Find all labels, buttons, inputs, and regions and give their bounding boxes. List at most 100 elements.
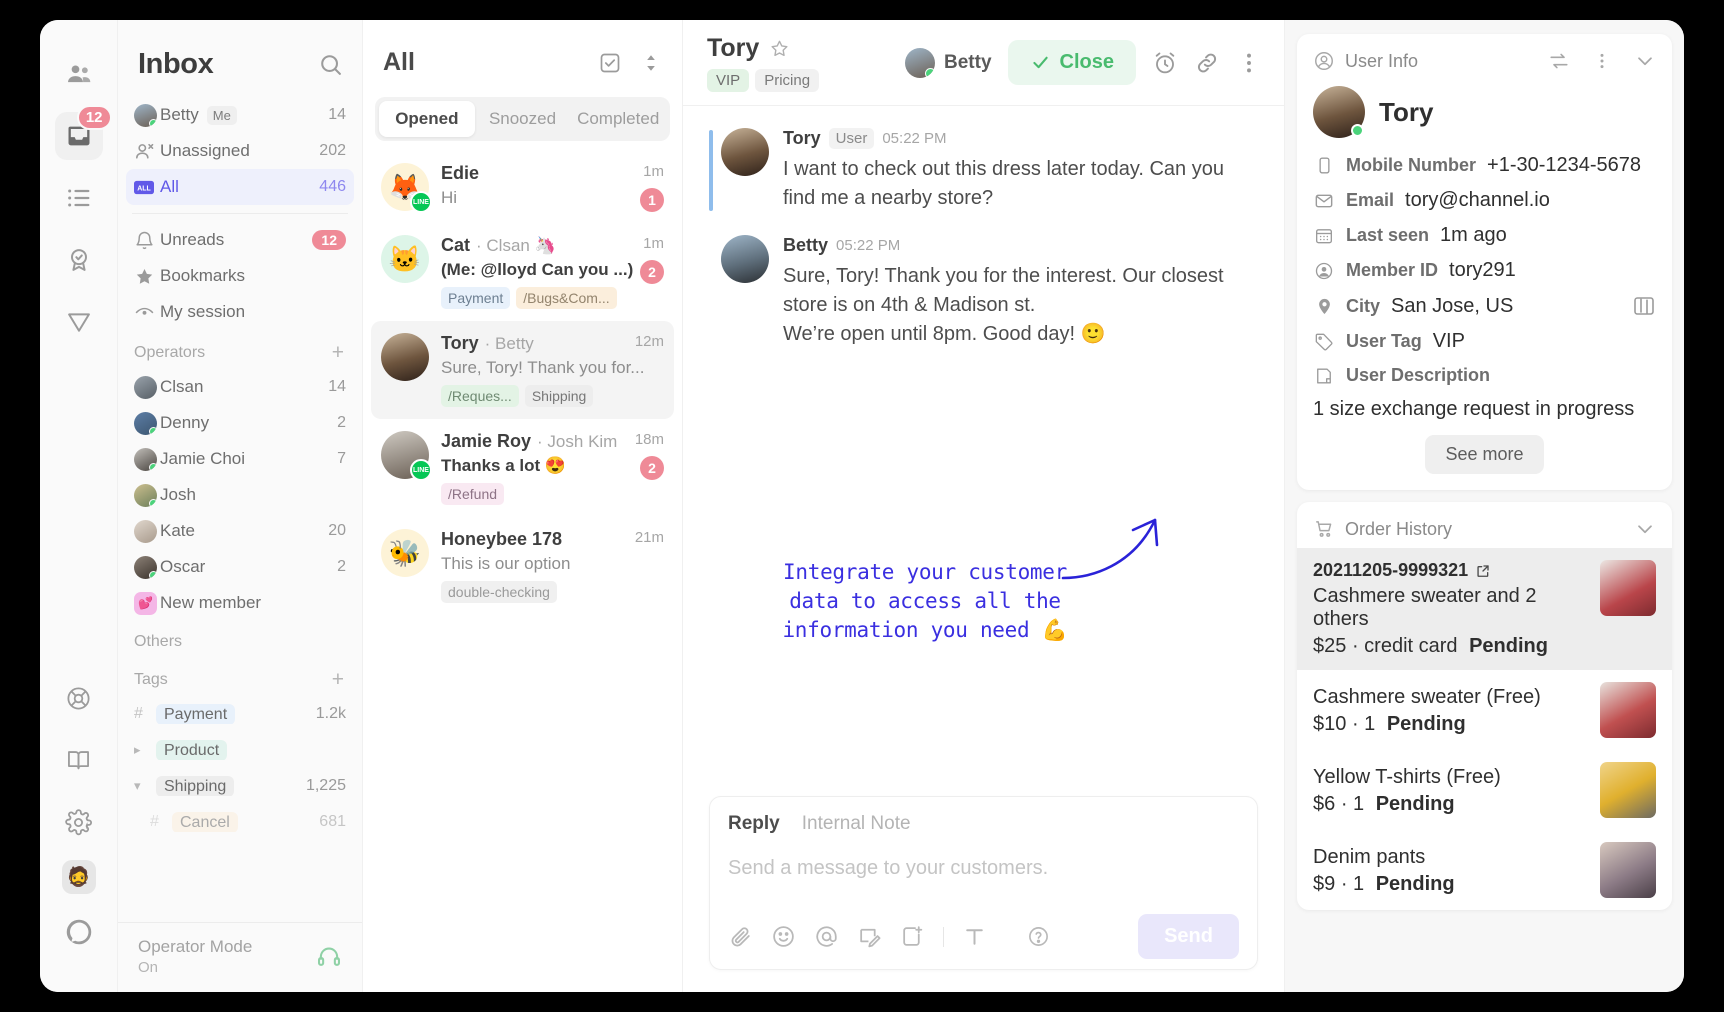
list-item[interactable]: 🐝 Honeybee 178 This is our option double… [371, 517, 674, 615]
sidebar-item-my-session[interactable]: My session [126, 294, 354, 330]
tab-completed[interactable]: Completed [570, 101, 666, 137]
rail-item-inbox[interactable]: 12 [54, 105, 112, 160]
sidebar-item-tag-product[interactable]: ▸ Product [126, 732, 354, 768]
sidebar-item-count: 14 [328, 106, 346, 123]
tab-internal-note[interactable]: Internal Note [802, 813, 911, 835]
chat-tag-vip[interactable]: VIP [707, 68, 750, 92]
rail-item-profile[interactable]: 🧔 [61, 860, 96, 894]
order-row[interactable]: 20211205-9999321 Cashmere sweater and 2 … [1297, 548, 1672, 670]
swap-icon[interactable] [1548, 50, 1570, 72]
sidebar-item-operator-jamie-choi[interactable]: Jamie Choi 7 [126, 441, 354, 477]
attachment-icon[interactable] [728, 924, 753, 949]
info-value: tory@channel.io [1405, 189, 1550, 211]
more-vertical-icon[interactable] [1236, 50, 1262, 76]
avatar [381, 333, 429, 381]
conversation-tag[interactable]: double-checking [441, 581, 557, 603]
sidebar-item-tag-shipping[interactable]: ▾ Shipping 1,225 [126, 768, 354, 804]
mobile-icon [1313, 156, 1335, 175]
close-button[interactable]: Close [1007, 40, 1136, 85]
sidebar-item-all[interactable]: ALL All 446 [126, 169, 354, 205]
rail-item-tasks[interactable] [55, 174, 103, 222]
list-item[interactable]: 🐱 Cat · Clsan 🦄 (Me: @lloyd Can you ...)… [371, 223, 674, 321]
star-outline-icon[interactable] [769, 38, 790, 59]
user-info-title: User Info [1345, 50, 1419, 71]
conversation-tag[interactable]: /Bugs&Com... [516, 287, 617, 309]
user-identity: Tory [1297, 80, 1672, 148]
rail-bottom-group: 🧔 [55, 674, 103, 992]
headset-icon [316, 944, 342, 970]
tab-snoozed[interactable]: Snoozed [475, 101, 571, 137]
sidebar-item-operator-clsan[interactable]: Clsan 14 [126, 369, 354, 405]
sidebar-item-tag-cancel[interactable]: # Cancel 681 [126, 804, 354, 840]
avatar: 🐱 [381, 235, 429, 283]
svg-text:ALL: ALL [137, 185, 151, 192]
chat-panel: Tory VIP Pricing Betty Close Tory User 0… [683, 20, 1284, 992]
rail-item-channel[interactable] [55, 908, 103, 956]
sidebar-item-unreads[interactable]: Unreads 12 [126, 222, 354, 258]
list-item-selected[interactable]: Tory · Betty Sure, Tory! Thank you for..… [371, 321, 674, 419]
order-row[interactable]: Cashmere sweater (Free) $10 · 1 Pending [1297, 670, 1672, 750]
conversation-tag[interactable]: /Reques... [441, 385, 519, 407]
operator-mode-state: On [138, 959, 159, 976]
chat-tag-pricing[interactable]: Pricing [755, 68, 820, 92]
list-item[interactable]: 🦊 LINE Edie Hi 1m 1 [371, 151, 674, 223]
sidebar-item-bookmarks[interactable]: Bookmarks [126, 258, 354, 294]
reply-input-placeholder[interactable]: Send a message to your customers. [728, 857, 1239, 880]
alarm-icon[interactable] [1152, 50, 1178, 76]
conversation-tag[interactable]: Payment [441, 287, 511, 309]
chat-messages: Tory User 05:22 PM I want to check out t… [683, 106, 1284, 788]
chat-assignee[interactable]: Betty [905, 47, 992, 78]
reply-composer[interactable]: Reply Internal Note Send a message to yo… [709, 796, 1258, 970]
template-icon[interactable] [900, 924, 925, 949]
help-icon[interactable] [1027, 925, 1050, 948]
rail-item-docs[interactable] [55, 736, 103, 784]
add-tag-button[interactable]: + [332, 669, 344, 690]
search-icon[interactable] [318, 52, 344, 78]
map-icon[interactable] [1632, 294, 1656, 318]
tab-opened[interactable]: Opened [379, 101, 475, 137]
emoji-icon[interactable] [771, 924, 796, 949]
link-icon[interactable] [1194, 50, 1220, 76]
tab-reply[interactable]: Reply [728, 813, 780, 835]
rail-item-stats[interactable] [55, 236, 103, 284]
rail-item-marketing[interactable] [55, 298, 103, 346]
rail-item-settings[interactable] [55, 798, 103, 846]
mention-icon[interactable] [814, 924, 839, 949]
chevron-right-icon[interactable]: ▸ [134, 742, 156, 758]
sidebar-item-unassigned[interactable]: Unassigned 202 [126, 133, 354, 169]
checkbox-icon[interactable] [598, 51, 622, 75]
order-row[interactable]: Yellow T-shirts (Free) $6 · 1 Pending [1297, 750, 1672, 830]
conversation-tag[interactable]: Shipping [524, 385, 594, 407]
rail-item-contacts[interactable] [55, 50, 103, 98]
see-more-button[interactable]: See more [1425, 435, 1544, 474]
sort-icon[interactable] [640, 52, 662, 74]
snippet-icon[interactable] [857, 924, 882, 949]
rail-item-support[interactable] [55, 674, 103, 722]
conversation-tag[interactable]: /Refund [441, 483, 505, 505]
chevron-down-icon[interactable] [1634, 518, 1656, 540]
format-text-icon[interactable] [962, 924, 987, 949]
info-row-member-id: Member ID tory291 [1297, 253, 1672, 288]
order-row[interactable]: Denim pants $9 · 1 Pending [1297, 830, 1672, 910]
conversation-operator: · Betty [484, 334, 534, 353]
sidebar-item-tag-payment[interactable]: # Payment 1.2k [126, 696, 354, 732]
external-link-icon[interactable] [1475, 563, 1491, 579]
sidebar-item-operator-kate[interactable]: Kate 20 [126, 513, 354, 549]
reply-toolbar: Send [728, 914, 1239, 959]
order-status: Pending [1375, 873, 1455, 895]
sidebar-item-operator-oscar[interactable]: Oscar 2 [126, 549, 354, 585]
sidebar-item-betty[interactable]: Betty Me 14 [126, 97, 354, 133]
sidebar-item-operator-josh[interactable]: Josh [126, 477, 354, 513]
list-item[interactable]: LINE Jamie Roy · Josh Kim Thanks a lot 😍… [371, 419, 674, 517]
operator-mode-toggle[interactable]: Operator Mode On [118, 922, 362, 992]
chevron-down-icon[interactable]: ▾ [134, 778, 156, 794]
tags-section-header: Tags + [126, 657, 354, 696]
chevron-down-icon[interactable] [1634, 50, 1656, 72]
order-name: Denim pants [1313, 846, 1426, 868]
sidebar-item-operator-denny[interactable]: Denny 2 [126, 405, 354, 441]
chat-header: Tory VIP Pricing Betty Close [683, 20, 1284, 106]
send-button[interactable]: Send [1138, 914, 1239, 959]
add-operator-button[interactable]: + [332, 342, 344, 363]
sidebar-item-new-member[interactable]: 💕 New member [126, 585, 354, 621]
more-vertical-icon[interactable] [1592, 51, 1612, 71]
